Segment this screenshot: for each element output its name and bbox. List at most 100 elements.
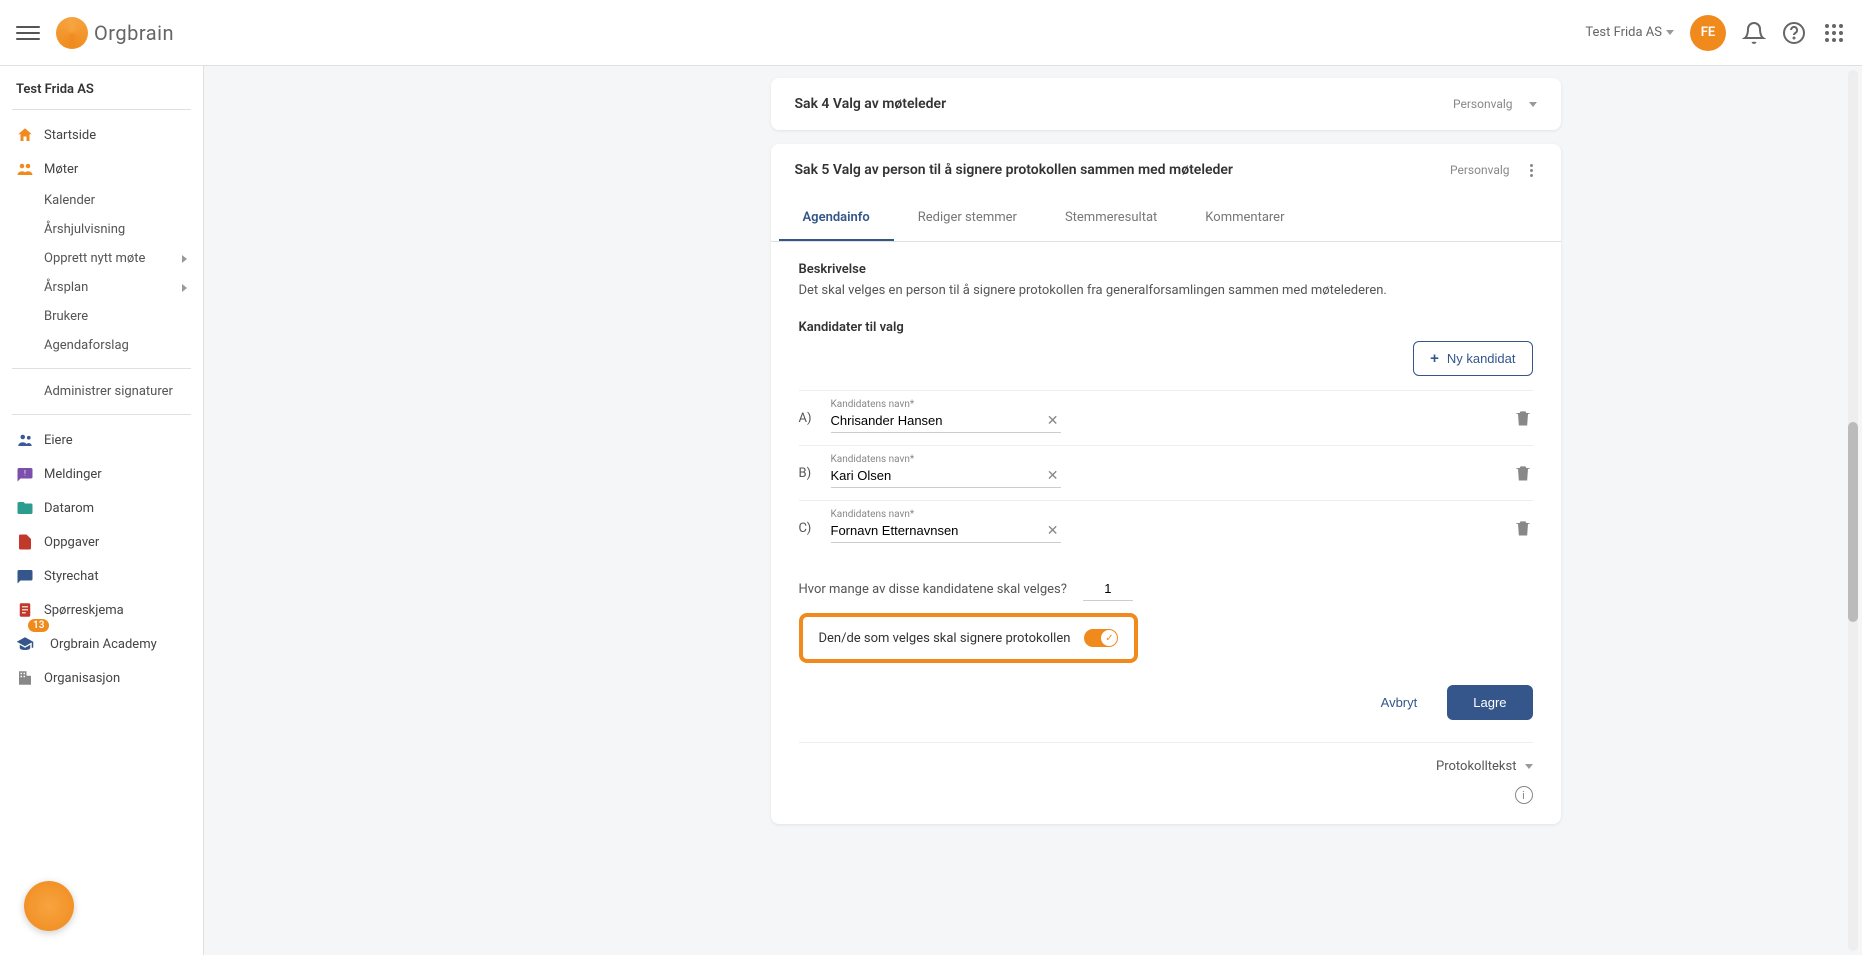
tasks-icon [16, 533, 34, 551]
candidate-letter: A) [799, 411, 819, 426]
info-icon[interactable]: i [1515, 786, 1533, 804]
save-button[interactable]: Lagre [1447, 685, 1532, 720]
org-dropdown[interactable]: Test Frida AS [1585, 25, 1674, 40]
delete-candidate-button[interactable] [1513, 518, 1533, 538]
candidate-field-label: Kandidatens navn* [831, 509, 915, 520]
scrollbar-thumb[interactable] [1848, 422, 1858, 622]
candidate-row: B) Kandidatens navn* ✕ [799, 445, 1533, 500]
svg-text:!: ! [24, 469, 26, 478]
tabs: Agendainfo Rediger stemmer Stemmeresulta… [771, 196, 1561, 242]
notifications-icon[interactable] [1742, 21, 1766, 45]
sidebar-item-organisasjon[interactable]: Organisasjon [12, 661, 191, 695]
sidebar-org-name: Test Frida AS [12, 82, 191, 97]
tab-rediger-stemmer[interactable]: Rediger stemmer [894, 196, 1041, 241]
candidate-letter: C) [799, 521, 819, 536]
chevron-down-icon [1525, 764, 1533, 769]
sidebar-subitem-opprett-mote[interactable]: Opprett nytt møte [12, 244, 191, 273]
sidebar-subitem-arshjul[interactable]: Årshjulvisning [12, 215, 191, 244]
chevron-right-icon [182, 284, 187, 292]
sidebar-item-label: Datarom [44, 501, 94, 516]
sidebar-item-academy[interactable]: 13 Orgbrain Academy [12, 627, 191, 661]
sidebar-item-startside[interactable]: Startside [12, 118, 191, 152]
sidebar-item-label: Oppgaver [44, 535, 99, 550]
sidebar-item-label: Orgbrain Academy [50, 637, 157, 652]
help-icon[interactable] [1782, 21, 1806, 45]
sidebar-item-label: Eiere [44, 433, 73, 448]
sign-toggle-highlight: Den/de som velges skal signere protokoll… [799, 613, 1139, 663]
avatar[interactable]: FE [1690, 15, 1726, 51]
sidebar-item-meldinger[interactable]: ! Meldinger [12, 457, 191, 491]
plus-icon: + [1430, 350, 1439, 367]
logo-icon [56, 17, 88, 49]
sak5-tag: Personvalg [1450, 163, 1510, 177]
sidebar-divider [12, 414, 191, 415]
sidebar-subitem-brukere[interactable]: Brukere [12, 302, 191, 331]
sak4-tag: Personvalg [1453, 97, 1513, 111]
chevron-down-icon [1666, 30, 1674, 35]
candidate-row: A) Kandidatens navn* ✕ [799, 390, 1533, 445]
new-candidate-button[interactable]: + Ny kandidat [1413, 341, 1532, 376]
academy-badge: 13 [28, 619, 49, 632]
survey-icon [16, 601, 34, 619]
owners-icon [16, 431, 34, 449]
organisation-icon [16, 669, 34, 687]
sidebar-item-eiere[interactable]: Eiere [12, 423, 191, 457]
count-label: Hvor mange av disse kandidatene skal vel… [799, 582, 1067, 597]
chat-icon [16, 567, 34, 585]
clear-icon[interactable]: ✕ [1047, 523, 1059, 539]
sidebar-item-oppgaver[interactable]: Oppgaver [12, 525, 191, 559]
sak5-card: Sak 5 Valg av person til å signere proto… [771, 144, 1561, 824]
desc-text: Det skal velges en person til å signere … [799, 283, 1533, 298]
sak4-header[interactable]: Sak 4 Valg av møteleder Personvalg [771, 78, 1561, 130]
sak4-title: Sak 4 Valg av møteleder [795, 96, 947, 112]
candidate-field-label: Kandidatens navn* [831, 454, 915, 465]
candidate-field-label: Kandidatens navn* [831, 399, 915, 410]
toggle-label: Den/de som velges skal signere protokoll… [819, 631, 1071, 646]
tab-agendainfo[interactable]: Agendainfo [779, 196, 894, 241]
tab-stemmeresultat[interactable]: Stemmeresultat [1041, 196, 1181, 241]
sidebar-item-styrechat[interactable]: Styrechat [12, 559, 191, 593]
chevron-down-icon [1529, 102, 1537, 107]
delete-candidate-button[interactable] [1513, 408, 1533, 428]
clear-icon[interactable]: ✕ [1047, 413, 1059, 429]
protokoll-toggle[interactable]: Protokolltekst [1436, 759, 1516, 774]
academy-icon [16, 635, 34, 653]
cancel-button[interactable]: Avbryt [1363, 685, 1436, 720]
folder-icon [16, 499, 34, 517]
hamburger-menu-button[interactable] [16, 21, 40, 45]
tab-kommentarer[interactable]: Kommentarer [1181, 196, 1308, 241]
candidate-letter: B) [799, 466, 819, 481]
sidebar-subitem-kalender[interactable]: Kalender [12, 186, 191, 215]
candidates-label: Kandidater til valg [799, 320, 1533, 335]
delete-candidate-button[interactable] [1513, 463, 1533, 483]
chevron-right-icon [182, 255, 187, 263]
new-candidate-label: Ny kandidat [1447, 351, 1516, 366]
apps-icon[interactable] [1822, 21, 1846, 45]
sidebar-item-label: Møter [44, 162, 78, 177]
home-icon [16, 126, 34, 144]
sign-protocol-toggle[interactable]: ✓ [1084, 629, 1118, 647]
sidebar-item-label: Styrechat [44, 569, 99, 584]
logo-text: Orgbrain [94, 21, 174, 45]
sidebar-divider [12, 109, 191, 110]
sidebar-subitem-agendaforslag[interactable]: Agendaforslag [12, 331, 191, 360]
floating-help-button[interactable] [24, 881, 74, 931]
logo: Orgbrain [56, 17, 174, 49]
more-menu-button[interactable] [1526, 164, 1537, 177]
sidebar-subitem-admin-sign[interactable]: Administrer signaturer [12, 377, 191, 406]
sak5-header[interactable]: Sak 5 Valg av person til å signere proto… [771, 144, 1561, 196]
sidebar-subitem-arsplan[interactable]: Årsplan [12, 273, 191, 302]
sidebar-divider [12, 368, 191, 369]
sidebar-item-label: Spørreskjema [44, 603, 124, 618]
desc-label: Beskrivelse [799, 262, 1533, 277]
sidebar-item-label: Meldinger [44, 467, 102, 482]
org-name-label: Test Frida AS [1585, 25, 1662, 40]
sidebar-item-datarom[interactable]: Datarom [12, 491, 191, 525]
scrollbar[interactable] [1848, 70, 1858, 951]
sak4-card: Sak 4 Valg av møteleder Personvalg [771, 78, 1561, 130]
sidebar-item-moter[interactable]: Møter [12, 152, 191, 186]
candidate-row: C) Kandidatens navn* ✕ [799, 500, 1533, 555]
count-input[interactable] [1083, 577, 1133, 601]
meetings-icon [16, 160, 34, 178]
clear-icon[interactable]: ✕ [1047, 468, 1059, 484]
